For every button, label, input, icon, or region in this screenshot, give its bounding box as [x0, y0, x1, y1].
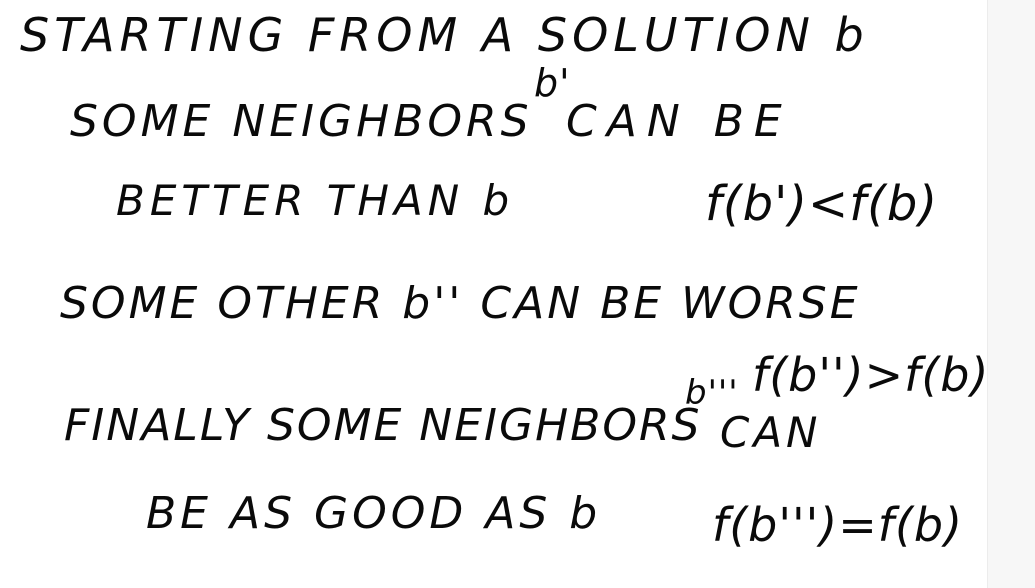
note-line-3-text: BETTER THAN b: [116, 176, 515, 225]
note-line-2-tail: CAN BE: [566, 96, 792, 147]
note-line-3-formula: f(b')<f(b): [705, 176, 939, 232]
note-line-2-text: SOME NEIGHBORS: [70, 96, 533, 147]
note-line-6-text: FINALLY SOME NEIGHBORS: [64, 400, 702, 451]
note-line-6-superscript: b''': [685, 373, 739, 413]
whiteboard-canvas: STARTING FROM A SOLUTION b SOME NEIGHBOR…: [0, 0, 1035, 588]
note-line-7-formula: f(b''')=f(b): [712, 498, 964, 552]
scrollbar[interactable]: [987, 0, 1035, 588]
note-line-5-formula: f(b'')>f(b): [752, 348, 990, 402]
note-line-1: STARTING FROM A SOLUTION b: [20, 8, 869, 62]
note-line-6-tail: CAN: [720, 408, 822, 457]
note-line-4: SOME OTHER b'' CAN BE WORSE: [60, 278, 861, 329]
note-line-7-text: BE AS GOOD AS b: [146, 488, 602, 539]
